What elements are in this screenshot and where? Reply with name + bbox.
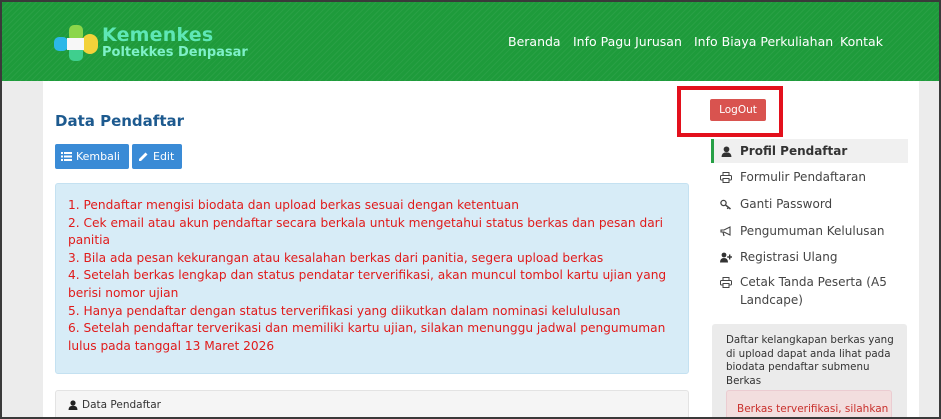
data-pendaftar-panel: Data Pendaftar (55, 390, 689, 417)
sidebar-item-formulir-pendaftaran[interactable]: Formulir Pendaftaran (711, 168, 908, 186)
berkas-status-alert: Berkas terverifikasi, silahkan (726, 390, 892, 417)
sidebar-item-cetak-tanda-peserta[interactable]: Cetak Tanda Peserta (A5 Landcape) (711, 273, 901, 309)
browser-frame: Kemenkes Poltekkes Denpasar Beranda Info… (0, 0, 941, 419)
back-button[interactable]: Kembali (55, 144, 129, 169)
sidebar-item-label: Pengumuman Kelulusan (740, 224, 885, 238)
key-icon (720, 195, 732, 213)
instruction-item: 1. Pendaftar mengisi biodata dan upload … (68, 198, 519, 212)
back-button-label: Kembali (76, 150, 120, 163)
instructions-panel: 1. Pendaftar mengisi biodata dan upload … (55, 183, 689, 374)
sidebar-item-profil-pendaftar[interactable]: Profil Pendaftar (711, 139, 908, 163)
nav-beranda[interactable]: Beranda (508, 34, 561, 49)
list-icon (61, 152, 72, 161)
nav-kontak[interactable]: Kontak (840, 34, 883, 49)
sidebar-item-label: Profil Pendaftar (740, 144, 848, 158)
sidebar-item-label: Cetak Tanda Peserta (A5 Landcape) (740, 275, 887, 307)
sidebar-item-label: Formulir Pendaftaran (740, 170, 866, 184)
instruction-item: 3. Bila ada pesan kekurangan atau kesala… (68, 250, 604, 265)
instruction-item: 5. Hanya pendaftar dengan status terveri… (68, 303, 621, 318)
nav-info-biaya-perkuliahan[interactable]: Info Biaya Perkuliahan (694, 34, 833, 49)
bullhorn-icon (720, 222, 732, 240)
berkas-info-text: Daftar kelangkapan berkas yang di upload… (726, 334, 894, 387)
sidebar-item-label: Registrasi Ulang (740, 250, 838, 264)
berkas-status-text: Berkas terverifikasi, silahkan (737, 403, 889, 415)
brand-subtitle: Poltekkes Denpasar (102, 45, 248, 60)
sidebar-item-pengumuman-kelulusan[interactable]: Pengumuman Kelulusan (711, 222, 908, 240)
instruction-item: 4. Setelah berkas lengkap dan status pen… (68, 268, 667, 300)
user-icon (68, 400, 78, 410)
panel-heading: Data Pendaftar (68, 399, 161, 411)
print-icon (720, 273, 732, 291)
edit-button[interactable]: Edit (132, 144, 182, 169)
instruction-item: 2. Cek email atau akun pendaftar secara … (68, 215, 664, 248)
sidebar-item-ganti-password[interactable]: Ganti Password (711, 195, 908, 213)
instruction-item: 6. Setelah pendaftar terverikasi dan mem… (68, 321, 666, 353)
kemenkes-logo-icon (54, 25, 98, 61)
sidebar-item-registrasi-ulang[interactable]: Registrasi Ulang (711, 248, 908, 266)
berkas-info-panel: Daftar kelangkapan berkas yang di upload… (712, 324, 907, 417)
user-icon (720, 142, 732, 160)
print-icon (720, 168, 732, 186)
top-navbar: Kemenkes Poltekkes Denpasar Beranda Info… (2, 2, 939, 81)
panel-heading-label: Data Pendaftar (82, 399, 161, 411)
sidebar-item-label: Ganti Password (740, 197, 833, 211)
logout-button[interactable]: LogOut (710, 99, 766, 121)
brand-title: Kemenkes (102, 24, 214, 46)
pencil-icon (139, 152, 148, 161)
user-plus-icon (720, 248, 732, 266)
nav-info-pagu-jurusan[interactable]: Info Pagu Jurusan (573, 34, 682, 49)
page-title: Data Pendaftar (55, 112, 185, 130)
edit-button-label: Edit (153, 150, 175, 163)
